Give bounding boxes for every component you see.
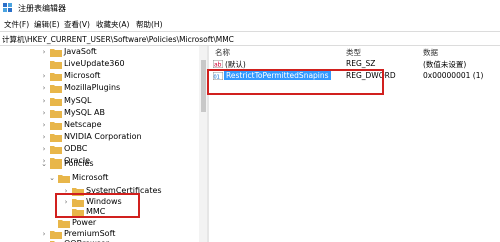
tree-item[interactable]: ⌄ Microsoft: [0, 172, 199, 184]
tree-item-label: LiveUpdate360: [64, 59, 125, 68]
collapse-arrow-icon[interactable]: ⌄: [48, 172, 56, 184]
folder-icon: [58, 175, 70, 183]
tree-item[interactable]: › MySQL AB: [0, 107, 199, 119]
value-data: (数值未设置): [423, 60, 467, 69]
tree-item-label: MozillaPlugins: [64, 83, 121, 92]
tree-item-label: PremiumSoft: [64, 229, 116, 238]
tree-item-label: MySQL: [64, 96, 92, 105]
folder-icon: [50, 134, 62, 142]
expand-arrow-icon[interactable]: ›: [40, 82, 48, 94]
tree-item-label: MySQL AB: [64, 108, 105, 117]
expand-arrow-icon[interactable]: ›: [40, 143, 48, 155]
expand-arrow-icon[interactable]: ›: [40, 131, 48, 143]
folder-icon: [58, 220, 70, 228]
address-path[interactable]: 计算机\HKEY_CURRENT_USER\Software\Policies\…: [2, 34, 234, 45]
folder-icon: [50, 122, 62, 130]
column-type-header[interactable]: 类型: [346, 47, 361, 58]
tree-item-label: Policies: [64, 159, 94, 168]
menu-edit[interactable]: 编辑(E): [34, 19, 60, 30]
window-title: 注册表编辑器: [18, 4, 66, 13]
expand-arrow-icon[interactable]: ›: [40, 46, 48, 58]
address-bar[interactable]: 计算机\HKEY_CURRENT_USER\Software\Policies\…: [0, 31, 500, 46]
highlight-key-box: [55, 193, 140, 218]
menu-file[interactable]: 文件(F): [4, 19, 29, 30]
folder-icon: [50, 146, 62, 154]
column-data-header[interactable]: 数据: [423, 47, 438, 58]
folder-icon: [50, 161, 62, 169]
folder-icon: [50, 110, 62, 118]
tree-item-label: Microsoft: [72, 173, 109, 182]
tree-item-label: Netscape: [64, 120, 102, 129]
folder-icon: [50, 98, 62, 106]
tree-item[interactable]: › MozillaPlugins: [0, 82, 199, 94]
tree-item[interactable]: › ODBC: [0, 143, 199, 155]
folder-icon: [50, 49, 62, 57]
title-bar: 注册表编辑器: [0, 0, 500, 16]
string-value-icon: ab: [213, 60, 223, 68]
menu-view[interactable]: 查看(V): [64, 19, 90, 30]
tree-item[interactable]: › Netscape: [0, 119, 199, 131]
highlight-value-box: [207, 69, 384, 95]
tree-item-label: Microsoft: [64, 71, 101, 80]
folder-icon: [50, 61, 62, 69]
tree-item-label: ODBC: [64, 144, 88, 153]
expand-arrow-icon[interactable]: ›: [40, 70, 48, 82]
expand-arrow-icon[interactable]: ›: [40, 95, 48, 107]
collapse-arrow-icon[interactable]: ⌄: [40, 158, 48, 170]
tree-item[interactable]: › JavaSoft: [0, 46, 199, 58]
tree-item-label: Power: [72, 218, 97, 227]
expand-arrow-icon[interactable]: ›: [40, 119, 48, 131]
menu-favorites[interactable]: 收藏夹(A): [96, 19, 129, 30]
menu-bar: 文件(F) 编辑(E) 查看(V) 收藏夹(A) 帮助(H): [0, 16, 500, 31]
folder-icon: [50, 73, 62, 81]
tree-scrollbar-thumb[interactable]: [201, 60, 206, 112]
regedit-icon: [3, 3, 12, 12]
tree-item[interactable]: › NVIDIA Corporation: [0, 131, 199, 143]
tree-item-label: JavaSoft: [64, 47, 97, 56]
expand-arrow-icon[interactable]: ›: [40, 238, 48, 242]
column-name-header[interactable]: 名称: [215, 47, 230, 58]
expand-arrow-icon[interactable]: ›: [40, 107, 48, 119]
tree-item[interactable]: LiveUpdate360: [0, 58, 199, 70]
menu-help[interactable]: 帮助(H): [136, 19, 163, 30]
folder-icon: [50, 85, 62, 93]
value-type: REG_SZ: [346, 59, 376, 68]
svg-text:ab: ab: [214, 62, 222, 69]
tree-item[interactable]: › MySQL: [0, 95, 199, 107]
tree-item[interactable]: › Microsoft: [0, 70, 199, 82]
tree-item[interactable]: ⌄ Policies: [0, 158, 199, 170]
tree-item-label: NVIDIA Corporation: [64, 132, 142, 141]
value-data: 0x00000001 (1): [423, 71, 484, 80]
tree-item[interactable]: ›QQBrowser: [0, 238, 199, 242]
